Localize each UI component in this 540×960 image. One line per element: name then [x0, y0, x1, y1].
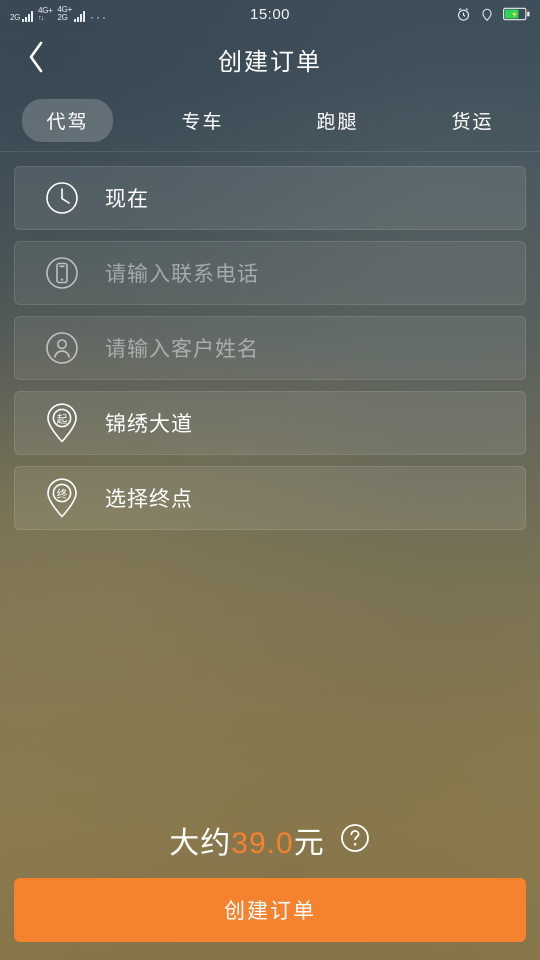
price-help-button[interactable]: [339, 823, 371, 858]
question-mark-icon: [340, 823, 370, 858]
pin-start-icon: 起: [43, 403, 81, 443]
status-overflow-icon: ···: [89, 10, 108, 24]
form-row-time[interactable]: 现在: [14, 166, 526, 230]
tab-daijia-label: 代驾: [22, 99, 113, 142]
app-header: 创建订单: [0, 28, 540, 90]
sim1-network-label: 2G: [10, 13, 21, 22]
price-estimate: 大约39.0元: [14, 818, 526, 862]
sim3-signal-icon: 4G+ 2G: [58, 6, 85, 22]
status-bar-left: 2G 4G+ ↑↓ 4G+ 2G ···: [10, 6, 250, 24]
price-unit: 元: [293, 827, 325, 860]
status-bar-right: [290, 7, 530, 22]
app-screen: 2G 4G+ ↑↓ 4G+ 2G ··· 15:00 创建订单 代驾 专车 跑腿…: [0, 0, 540, 960]
price-estimate-text: 大约39.0元: [169, 818, 324, 862]
pin-end-icon: 终: [43, 478, 81, 518]
tab-bar: 代驾 专车 跑腿 货运: [0, 90, 540, 152]
sim3-network-sub-label: 2G: [57, 13, 68, 22]
person-icon: [43, 329, 81, 367]
form-row-destination[interactable]: 终 选择终点: [14, 466, 526, 530]
form-row-customer-name-placeholder: 请输入客户姓名: [105, 338, 259, 361]
tab-zhuanche[interactable]: 专车: [135, 99, 270, 142]
form-row-time-value: 现在: [105, 188, 149, 211]
sim1-bars-icon: [22, 11, 34, 22]
pin-end-label: 终: [57, 488, 68, 501]
tab-zhuanche-label: 专车: [181, 112, 224, 133]
status-clock: 15:00: [249, 5, 291, 23]
tab-paotui-label: 跑腿: [316, 112, 359, 133]
sim2-signal-icon: 4G+ ↑↓: [38, 6, 53, 23]
status-bar: 2G 4G+ ↑↓ 4G+ 2G ··· 15:00: [0, 0, 540, 28]
sim2-network-label: 4G+: [38, 6, 53, 15]
order-footer: 大约39.0元 创建订单: [0, 818, 540, 960]
battery-charging-icon: [503, 7, 530, 21]
form-row-phone[interactable]: 请输入联系电话: [14, 241, 526, 305]
tab-daijia[interactable]: 代驾: [0, 99, 135, 142]
tab-huoyun[interactable]: 货运: [405, 99, 540, 142]
price-prefix: 大约: [169, 827, 232, 860]
sim3-bars-icon: [73, 11, 85, 22]
sim1-signal-icon: 2G: [10, 11, 34, 22]
form-row-origin-value: 锦绣大道: [105, 413, 193, 436]
create-order-button[interactable]: 创建订单: [14, 878, 526, 942]
page-title: 创建订单: [218, 48, 322, 76]
price-amount: 39.0: [231, 827, 294, 860]
order-form: 现在 请输入联系电话 请输入客户姓名 起 锦绣大道 终 选择终点: [0, 152, 540, 530]
data-arrows-icon: ↑↓: [38, 15, 44, 22]
pin-start-label: 起: [57, 414, 68, 426]
back-button[interactable]: [14, 37, 58, 81]
alarm-icon: [456, 7, 471, 22]
form-row-customer-name[interactable]: 请输入客户姓名: [14, 316, 526, 380]
tab-huoyun-label: 货运: [451, 112, 494, 133]
form-row-origin[interactable]: 起 锦绣大道: [14, 391, 526, 455]
phone-icon: [43, 254, 81, 292]
tab-paotui[interactable]: 跑腿: [270, 99, 405, 142]
clock-icon: [43, 179, 81, 217]
form-row-destination-value: 选择终点: [105, 488, 193, 511]
form-row-phone-placeholder: 请输入联系电话: [105, 263, 259, 286]
location-icon: [480, 7, 494, 22]
chevron-left-icon: [25, 40, 47, 79]
